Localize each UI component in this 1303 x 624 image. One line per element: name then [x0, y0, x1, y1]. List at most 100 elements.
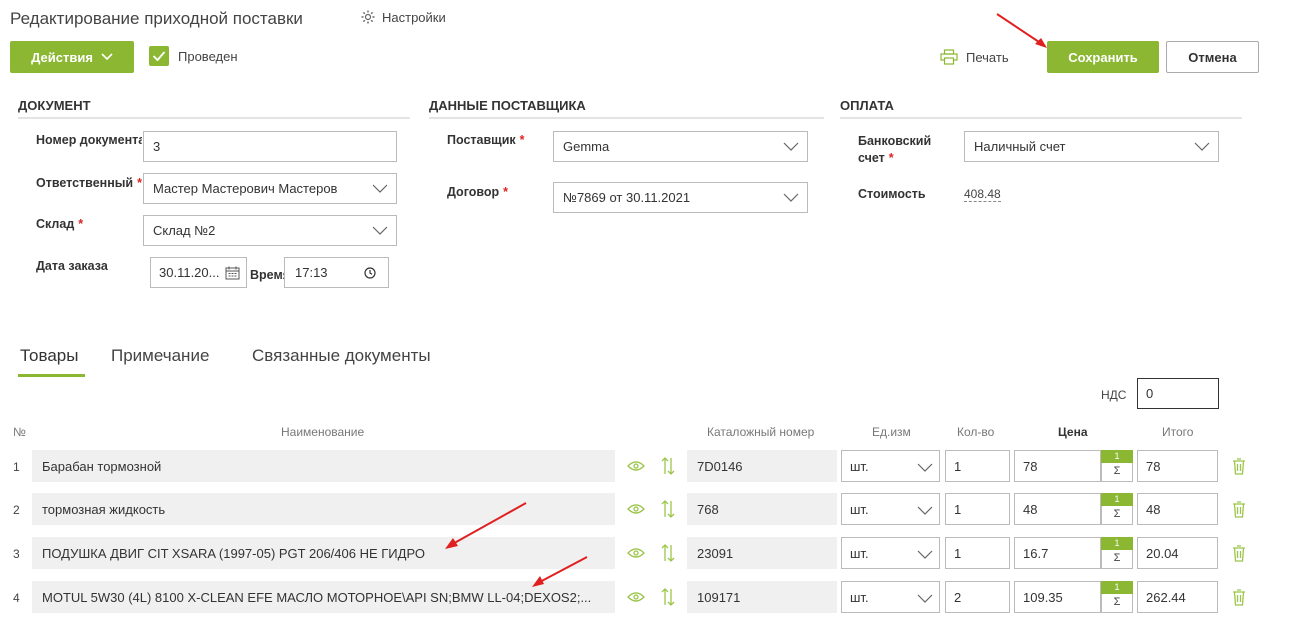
bank-account-select[interactable]: Наличный счет [964, 131, 1219, 162]
vat-input[interactable]: 0 [1137, 378, 1219, 409]
price-input[interactable]: 16.7 [1014, 537, 1101, 569]
cancel-button[interactable]: Отмена [1166, 41, 1259, 73]
total-input[interactable]: 78 [1137, 450, 1218, 482]
responsible-value: Мастер Мастерович Мастеров [153, 181, 338, 196]
quantity-input[interactable]: 2 [945, 581, 1010, 613]
trash-icon[interactable] [1232, 500, 1246, 518]
delete-row-button[interactable] [1230, 450, 1248, 482]
posted-checkbox[interactable]: Проведен [149, 46, 238, 66]
warehouse-value: Склад №2 [153, 223, 216, 238]
sigma-icon: Σ [1101, 506, 1133, 525]
delete-row-button[interactable] [1230, 581, 1248, 613]
quantity-input[interactable]: 1 [945, 450, 1010, 482]
column-header-unit: Ед.изм [872, 425, 911, 439]
contract-label: Договор * [447, 185, 508, 199]
replace-button[interactable] [658, 537, 678, 569]
catalog-number-field[interactable]: 23091 [687, 537, 837, 569]
chevron-down-icon [1194, 142, 1210, 151]
eye-icon[interactable] [627, 547, 645, 559]
sort-arrows-icon[interactable] [660, 456, 676, 476]
unit-value: шт. [850, 501, 869, 517]
order-date-value: 30.11.20... [159, 265, 220, 280]
total-input[interactable]: 262.44 [1137, 581, 1218, 613]
catalog-number-field[interactable]: 7D0146 [687, 450, 837, 482]
required-mark: * [519, 133, 525, 147]
save-button[interactable]: Сохранить [1047, 41, 1159, 73]
printer-icon [940, 49, 958, 65]
warehouse-select[interactable]: Склад №2 [143, 215, 397, 246]
delete-row-button[interactable] [1230, 493, 1248, 525]
catalog-number-field[interactable]: 109171 [687, 581, 837, 613]
trash-icon[interactable] [1232, 457, 1246, 475]
contract-select[interactable]: №7869 от 30.11.2021 [553, 182, 808, 213]
clock-icon[interactable] [364, 267, 376, 279]
view-button[interactable] [626, 537, 646, 569]
bank-label-line2: счет * [858, 150, 931, 167]
replace-button[interactable] [658, 493, 678, 525]
tab-products[interactable]: Товары [20, 346, 78, 366]
eye-icon[interactable] [627, 503, 645, 515]
unit-select[interactable]: шт. [841, 493, 940, 525]
total-input[interactable]: 20.04 [1137, 537, 1218, 569]
sigma-icon: Σ [1101, 594, 1133, 613]
annotation-arrow [532, 556, 588, 587]
price-input[interactable]: 48 [1014, 493, 1101, 525]
sigma-icon: Σ [1101, 463, 1133, 482]
tab-note[interactable]: Примечание [111, 346, 209, 366]
print-button[interactable]: Печать [940, 49, 1009, 65]
vat-value: 0 [1146, 386, 1154, 401]
order-date-input[interactable]: 30.11.20... [150, 257, 247, 288]
catalog-number-field[interactable]: 768 [687, 493, 837, 525]
eye-icon[interactable] [627, 591, 645, 603]
sort-arrows-icon[interactable] [660, 499, 676, 519]
settings-link[interactable]: Настройки [360, 9, 446, 25]
warehouse-label: Склад * [36, 217, 83, 231]
bank-label-line1: Банковский [858, 134, 932, 148]
document-number-input[interactable]: 3 [143, 131, 397, 162]
column-header-total: Итого [1162, 425, 1194, 439]
quantity-input[interactable]: 1 [945, 537, 1010, 569]
required-mark: * [137, 176, 142, 190]
unit-value: шт. [850, 589, 869, 605]
delete-row-button[interactable] [1230, 537, 1248, 569]
sort-arrows-icon[interactable] [660, 587, 676, 607]
unit-select[interactable]: шт. [841, 581, 940, 613]
supplier-select[interactable]: Gemma [553, 131, 808, 162]
view-button[interactable] [626, 450, 646, 482]
time-input[interactable]: 17:13 [284, 257, 389, 288]
checkmark-icon[interactable] [149, 46, 169, 66]
tab-related-documents[interactable]: Связанные документы [252, 346, 431, 366]
eye-icon[interactable] [627, 460, 645, 472]
price-input[interactable]: 109.35 [1014, 581, 1101, 613]
required-mark: * [503, 185, 509, 199]
total-input[interactable]: 48 [1137, 493, 1218, 525]
unit-select[interactable]: шт. [841, 450, 940, 482]
vat-label: НДС [1101, 388, 1127, 402]
column-header-catalog: Каталожный номер [707, 425, 815, 439]
price-value: 78 [1023, 458, 1038, 474]
column-header-qty: Кол-во [957, 425, 995, 439]
price-mode-toggle[interactable]: 1 Σ [1101, 581, 1133, 613]
price-mode-toggle[interactable]: 1 Σ [1101, 537, 1133, 569]
price-mode-toggle[interactable]: 1 Σ [1101, 493, 1133, 525]
chevron-down-icon [783, 193, 799, 202]
product-name-field[interactable]: Барабан тормозной [32, 450, 615, 482]
annotation-arrow [445, 502, 527, 549]
column-header-name: Наименование [281, 425, 365, 439]
trash-icon[interactable] [1232, 588, 1246, 606]
quantity-input[interactable]: 1 [945, 493, 1010, 525]
required-mark: * [888, 151, 894, 165]
view-button[interactable] [626, 581, 646, 613]
sort-arrows-icon[interactable] [660, 543, 676, 563]
calendar-icon[interactable] [225, 266, 240, 280]
unit-select[interactable]: шт. [841, 537, 940, 569]
replace-button[interactable] [658, 450, 678, 482]
row-number: 1 [13, 460, 20, 474]
view-button[interactable] [626, 493, 646, 525]
replace-button[interactable] [658, 581, 678, 613]
price-input[interactable]: 78 [1014, 450, 1101, 482]
price-mode-toggle[interactable]: 1 Σ [1101, 450, 1133, 482]
responsible-select[interactable]: Мастер Мастерович Мастеров [143, 173, 397, 204]
actions-button[interactable]: Действия [10, 41, 134, 73]
trash-icon[interactable] [1232, 544, 1246, 562]
